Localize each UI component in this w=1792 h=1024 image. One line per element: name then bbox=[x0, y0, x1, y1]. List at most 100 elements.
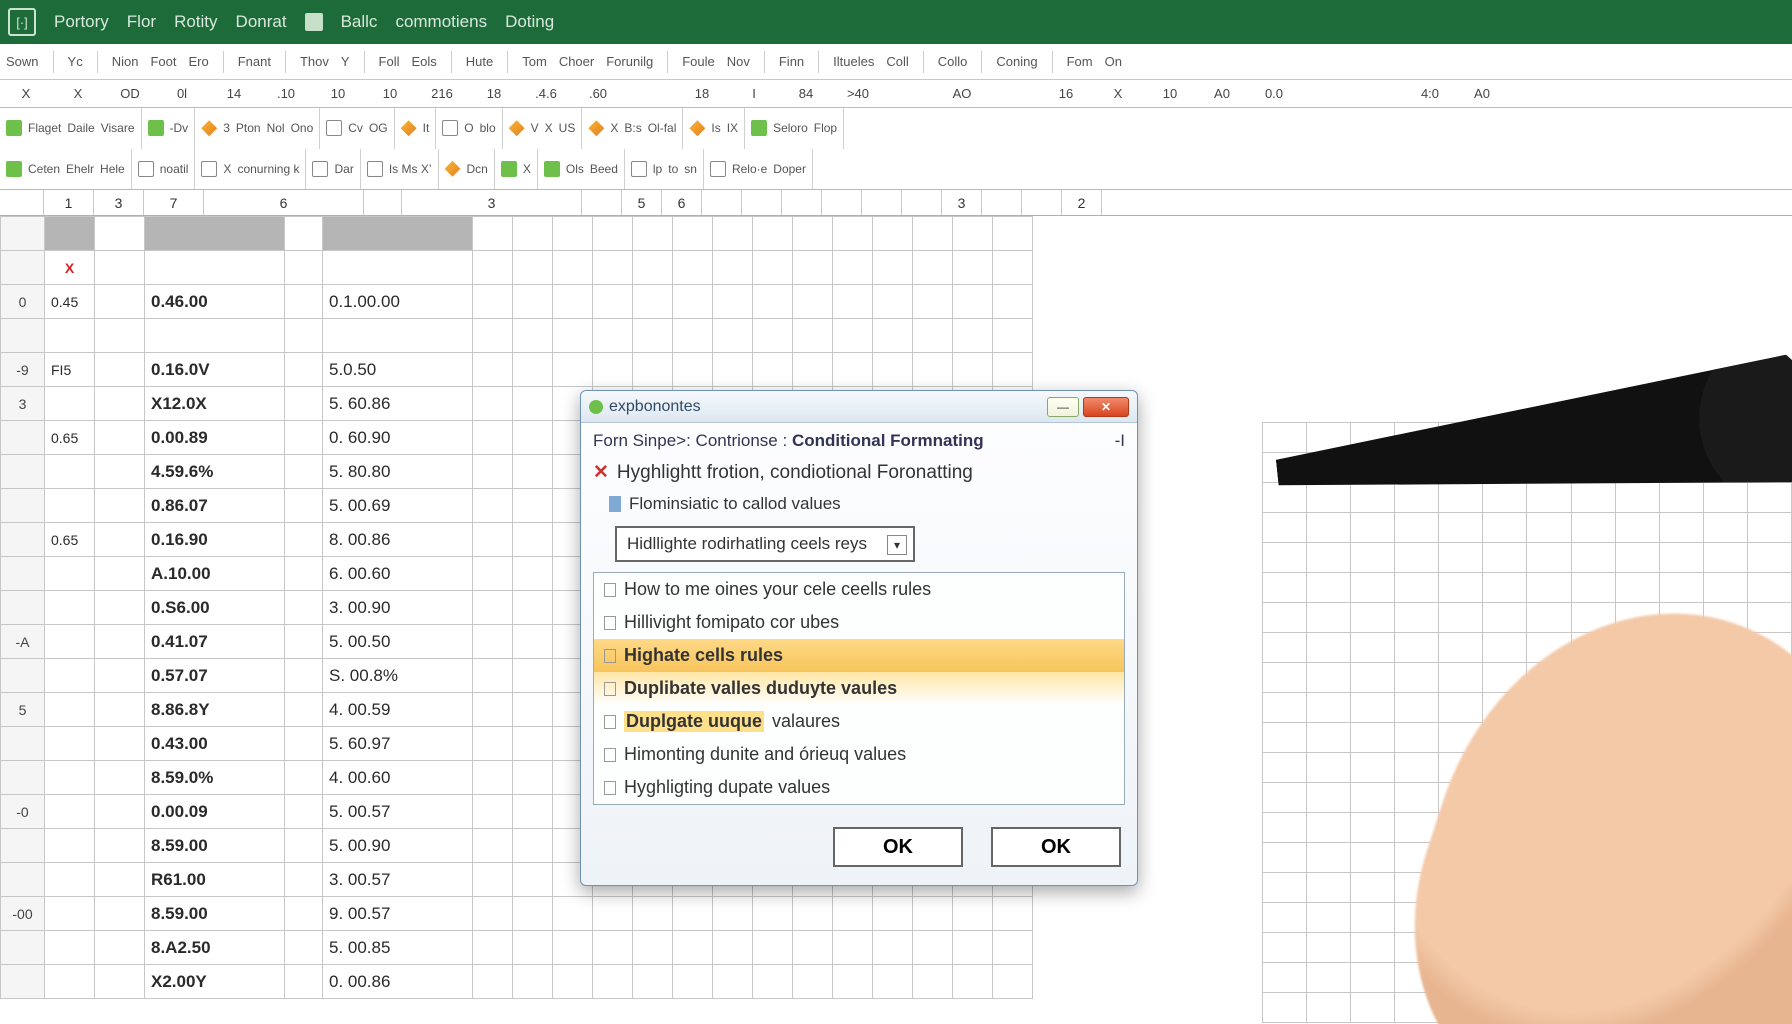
cell[interactable] bbox=[1483, 933, 1527, 963]
cell[interactable] bbox=[993, 965, 1033, 999]
cell[interactable] bbox=[473, 795, 513, 829]
ribbon-label[interactable]: Ono bbox=[291, 121, 314, 135]
cell[interactable] bbox=[1395, 513, 1439, 543]
rule-option[interactable]: Himonting dunite and órieuq values bbox=[594, 738, 1124, 771]
ribbon-icon[interactable] bbox=[6, 161, 22, 177]
ribbon-label[interactable]: noatil bbox=[160, 162, 189, 176]
cell[interactable] bbox=[913, 319, 953, 353]
cell[interactable] bbox=[913, 251, 953, 285]
cell[interactable] bbox=[45, 387, 95, 421]
cell[interactable] bbox=[1571, 543, 1615, 573]
menu-item[interactable]: commotiens bbox=[395, 12, 487, 32]
cell[interactable] bbox=[793, 931, 833, 965]
cell[interactable] bbox=[713, 897, 753, 931]
cell[interactable] bbox=[1615, 513, 1659, 543]
row-header[interactable] bbox=[1, 557, 45, 591]
cell[interactable] bbox=[95, 455, 145, 489]
ok-button[interactable]: OK bbox=[833, 827, 963, 867]
row-header[interactable] bbox=[1, 761, 45, 795]
cell[interactable] bbox=[1747, 783, 1791, 813]
cell[interactable] bbox=[473, 931, 513, 965]
cell[interactable] bbox=[873, 251, 913, 285]
ribbon-label[interactable]: Flop bbox=[814, 121, 837, 135]
ribbon-label[interactable]: X bbox=[523, 162, 531, 176]
cell[interactable] bbox=[873, 353, 913, 387]
cell[interactable] bbox=[45, 931, 95, 965]
cell[interactable] bbox=[1527, 903, 1571, 933]
ribbon-label[interactable]: Ols bbox=[566, 162, 584, 176]
column-header[interactable]: 3 bbox=[94, 190, 144, 215]
cell[interactable] bbox=[323, 251, 473, 285]
cell[interactable] bbox=[1439, 573, 1483, 603]
cell[interactable] bbox=[1439, 873, 1483, 903]
cell[interactable] bbox=[593, 897, 633, 931]
cell[interactable] bbox=[1351, 543, 1395, 573]
cell[interactable] bbox=[1659, 603, 1703, 633]
cell[interactable] bbox=[95, 387, 145, 421]
ribbon-icon[interactable] bbox=[751, 120, 767, 136]
cell[interactable] bbox=[1747, 453, 1791, 483]
cell[interactable] bbox=[593, 931, 633, 965]
cell[interactable] bbox=[1263, 963, 1307, 993]
cell[interactable] bbox=[1527, 873, 1571, 903]
cell[interactable] bbox=[1703, 993, 1747, 1023]
cell[interactable] bbox=[45, 795, 95, 829]
cell[interactable] bbox=[1483, 873, 1527, 903]
cell[interactable]: 4. 00.60 bbox=[323, 761, 473, 795]
cell[interactable] bbox=[1351, 633, 1395, 663]
ribbon-label[interactable]: US bbox=[559, 121, 576, 135]
row-header[interactable]: -A bbox=[1, 625, 45, 659]
cell[interactable] bbox=[913, 285, 953, 319]
cell[interactable] bbox=[833, 217, 873, 251]
ribbon-label[interactable]: -Dv bbox=[170, 121, 189, 135]
cell[interactable] bbox=[45, 761, 95, 795]
row-header[interactable]: -9 bbox=[1, 353, 45, 387]
cell[interactable] bbox=[1527, 843, 1571, 873]
cell[interactable] bbox=[1615, 423, 1659, 453]
cell[interactable] bbox=[473, 353, 513, 387]
cell[interactable]: 0.57.07 bbox=[145, 659, 285, 693]
cell[interactable] bbox=[1263, 723, 1307, 753]
cell[interactable] bbox=[633, 931, 673, 965]
ribbon-label[interactable]: B:s bbox=[624, 121, 641, 135]
cell[interactable] bbox=[753, 931, 793, 965]
cell[interactable] bbox=[873, 965, 913, 999]
cell[interactable] bbox=[1395, 963, 1439, 993]
cell[interactable] bbox=[1351, 513, 1395, 543]
cell[interactable] bbox=[1703, 423, 1747, 453]
cell[interactable] bbox=[673, 285, 713, 319]
rule-option[interactable]: Duplgate uuque valaures bbox=[594, 705, 1124, 738]
cell[interactable] bbox=[1615, 813, 1659, 843]
cell[interactable] bbox=[95, 965, 145, 999]
cell[interactable] bbox=[1263, 993, 1307, 1023]
cell[interactable] bbox=[473, 251, 513, 285]
cell[interactable] bbox=[673, 319, 713, 353]
cell[interactable]: X bbox=[45, 251, 95, 285]
cell[interactable] bbox=[1703, 543, 1747, 573]
ok-button-secondary[interactable]: OK bbox=[991, 827, 1121, 867]
cell[interactable] bbox=[553, 285, 593, 319]
cell[interactable] bbox=[45, 727, 95, 761]
cell[interactable] bbox=[1703, 753, 1747, 783]
cell[interactable] bbox=[1483, 963, 1527, 993]
cell[interactable] bbox=[1263, 813, 1307, 843]
cell[interactable] bbox=[713, 965, 753, 999]
cell[interactable] bbox=[1263, 453, 1307, 483]
ribbon-label[interactable]: lp bbox=[653, 162, 662, 176]
cell[interactable] bbox=[1307, 813, 1351, 843]
cell[interactable] bbox=[1439, 603, 1483, 633]
column-header[interactable]: 3 bbox=[942, 190, 982, 215]
cell[interactable] bbox=[1615, 843, 1659, 873]
cell[interactable] bbox=[633, 965, 673, 999]
cell[interactable] bbox=[95, 761, 145, 795]
cell[interactable] bbox=[1263, 573, 1307, 603]
cell[interactable] bbox=[713, 353, 753, 387]
cell[interactable] bbox=[593, 319, 633, 353]
cell[interactable] bbox=[1527, 513, 1571, 543]
cell[interactable] bbox=[1263, 903, 1307, 933]
ribbon-label[interactable]: Nol bbox=[267, 121, 285, 135]
cell[interactable] bbox=[1571, 663, 1615, 693]
cell[interactable] bbox=[1439, 693, 1483, 723]
cell[interactable] bbox=[1263, 753, 1307, 783]
ribbon-icon[interactable] bbox=[442, 120, 458, 136]
